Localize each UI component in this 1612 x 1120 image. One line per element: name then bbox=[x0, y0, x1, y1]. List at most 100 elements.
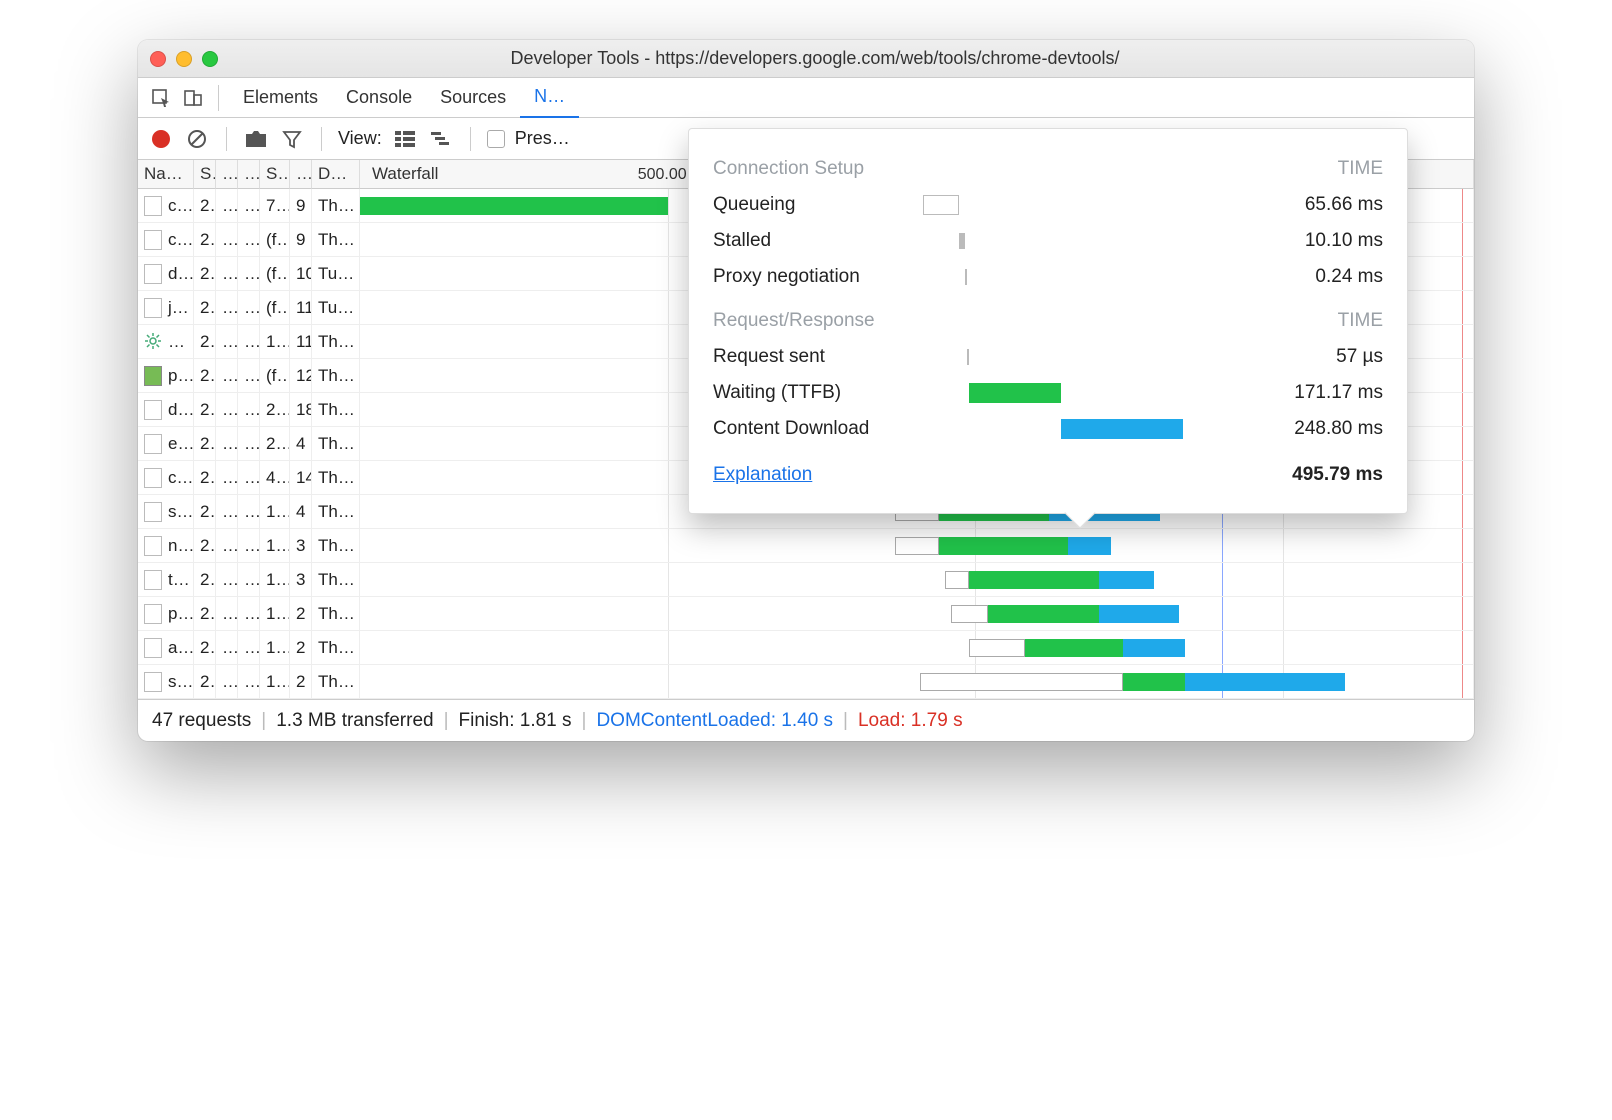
request-col: … bbox=[238, 597, 260, 631]
title-bar: Developer Tools - https://developers.goo… bbox=[138, 40, 1474, 78]
request-status: 2… bbox=[194, 665, 216, 699]
filter-icon[interactable] bbox=[279, 126, 305, 152]
request-col: … bbox=[216, 189, 238, 223]
request-name[interactable]: c… bbox=[138, 223, 194, 257]
document-file-icon bbox=[144, 604, 162, 624]
timing-bar-blue bbox=[1061, 419, 1183, 439]
request-size: (f… bbox=[260, 223, 290, 257]
divider bbox=[226, 127, 227, 151]
request-col: … bbox=[216, 495, 238, 529]
request-status: 2… bbox=[194, 529, 216, 563]
request-date: Tu… bbox=[312, 291, 360, 325]
request-size: 1… bbox=[260, 597, 290, 631]
inspect-icon[interactable] bbox=[146, 83, 176, 113]
waterfall-cell[interactable] bbox=[360, 665, 1474, 699]
tab-sources[interactable]: Sources bbox=[426, 78, 520, 118]
timing-value: 10.10 ms bbox=[1183, 230, 1383, 252]
request-col: 11 bbox=[290, 325, 312, 359]
timing-bar-green bbox=[360, 197, 668, 215]
timing-label: Waiting (TTFB) bbox=[713, 382, 923, 404]
status-domcontentloaded: DOMContentLoaded: 1.40 s bbox=[596, 710, 833, 732]
document-file-icon bbox=[144, 672, 162, 692]
request-name[interactable]: … bbox=[138, 325, 194, 359]
minimize-icon[interactable] bbox=[176, 51, 192, 67]
document-file-icon bbox=[144, 298, 162, 318]
window-title: Developer Tools - https://developers.goo… bbox=[228, 48, 1462, 69]
request-date: Th… bbox=[312, 325, 360, 359]
document-file-icon bbox=[144, 434, 162, 454]
tab-elements[interactable]: Elements bbox=[229, 78, 332, 118]
waterfall-cell[interactable] bbox=[360, 631, 1474, 665]
request-col: 12 bbox=[290, 359, 312, 393]
waterfall-cell[interactable] bbox=[360, 597, 1474, 631]
request-col: … bbox=[238, 563, 260, 597]
capture-screenshots-icon[interactable] bbox=[243, 126, 269, 152]
request-col: 10 bbox=[290, 257, 312, 291]
request-name[interactable]: c… bbox=[138, 189, 194, 223]
request-col: … bbox=[216, 665, 238, 699]
record-button[interactable] bbox=[148, 126, 174, 152]
request-date: Th… bbox=[312, 529, 360, 563]
request-status: 2… bbox=[194, 563, 216, 597]
request-status: 2… bbox=[194, 495, 216, 529]
document-file-icon bbox=[144, 230, 162, 250]
device-toggle-icon[interactable] bbox=[178, 83, 208, 113]
image-file-icon bbox=[144, 366, 162, 386]
request-name[interactable]: p… bbox=[138, 359, 194, 393]
document-file-icon bbox=[144, 536, 162, 556]
timing-bar-outline bbox=[969, 639, 1024, 657]
request-col: … bbox=[238, 529, 260, 563]
request-col: 11 bbox=[290, 291, 312, 325]
waterfall-view-icon[interactable] bbox=[428, 126, 454, 152]
timing-bar-thin bbox=[965, 269, 967, 285]
column-header[interactable]: … bbox=[216, 160, 238, 189]
request-name[interactable]: a… bbox=[138, 631, 194, 665]
request-name[interactable]: s… bbox=[138, 665, 194, 699]
preserve-log-checkbox[interactable] bbox=[487, 130, 505, 148]
column-header[interactable]: … bbox=[238, 160, 260, 189]
request-name[interactable]: s… bbox=[138, 495, 194, 529]
request-name[interactable]: d… bbox=[138, 257, 194, 291]
large-rows-icon[interactable] bbox=[392, 126, 418, 152]
timing-value: 248.80 ms bbox=[1183, 418, 1383, 440]
explanation-link[interactable]: Explanation bbox=[713, 464, 812, 485]
request-col: … bbox=[238, 461, 260, 495]
document-file-icon bbox=[144, 468, 162, 488]
request-name[interactable]: t… bbox=[138, 563, 194, 597]
divider: | bbox=[582, 710, 587, 732]
timing-value: 0.24 ms bbox=[1183, 266, 1383, 288]
request-col: 4 bbox=[290, 495, 312, 529]
zoom-icon[interactable] bbox=[202, 51, 218, 67]
request-name[interactable]: c… bbox=[138, 461, 194, 495]
request-status: 2… bbox=[194, 597, 216, 631]
request-size: (f… bbox=[260, 257, 290, 291]
request-name[interactable]: n… bbox=[138, 529, 194, 563]
request-col: … bbox=[216, 223, 238, 257]
request-status: 2… bbox=[194, 393, 216, 427]
tab-console[interactable]: Console bbox=[332, 78, 426, 118]
column-header[interactable]: … bbox=[290, 160, 312, 189]
request-status: 2… bbox=[194, 257, 216, 291]
close-icon[interactable] bbox=[150, 51, 166, 67]
column-header[interactable]: Da… bbox=[312, 160, 360, 189]
status-bar: 47 requests | 1.3 MB transferred | Finis… bbox=[138, 699, 1474, 741]
column-header[interactable]: S… bbox=[194, 160, 216, 189]
waterfall-cell[interactable] bbox=[360, 529, 1474, 563]
tab-n[interactable]: N… bbox=[520, 78, 579, 118]
request-name[interactable]: p… bbox=[138, 597, 194, 631]
clear-icon[interactable] bbox=[184, 126, 210, 152]
request-name[interactable]: j… bbox=[138, 291, 194, 325]
column-header[interactable]: S… bbox=[260, 160, 290, 189]
column-header[interactable]: Name bbox=[138, 160, 194, 189]
request-size: 1… bbox=[260, 529, 290, 563]
request-col: 3 bbox=[290, 529, 312, 563]
waterfall-cell[interactable] bbox=[360, 563, 1474, 597]
request-date: Th… bbox=[312, 631, 360, 665]
request-name[interactable]: d… bbox=[138, 393, 194, 427]
timing-bar-green bbox=[939, 537, 1068, 555]
request-col: … bbox=[238, 291, 260, 325]
devtools-window: Developer Tools - https://developers.goo… bbox=[138, 40, 1474, 741]
tooltip-total: 495.79 ms bbox=[1183, 464, 1383, 486]
status-requests: 47 requests bbox=[152, 710, 251, 732]
request-name[interactable]: e… bbox=[138, 427, 194, 461]
